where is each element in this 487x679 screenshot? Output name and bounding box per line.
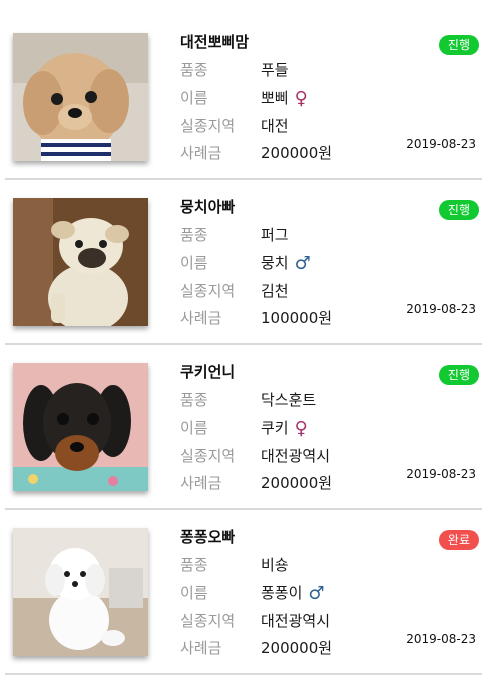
dog-photo[interactable] (13, 198, 148, 326)
lost-dog-list: 대전뽀삐맘 품종 푸들 이름 뽀삐 ♀ 실종지역 대전 사례금 200000원 진… (0, 0, 487, 679)
reward-label: 사례금 (180, 144, 222, 162)
name-label: 이름 (180, 89, 208, 107)
reward-value: 200000원 (261, 474, 333, 492)
breed-value: 비숑 (261, 556, 289, 574)
name-value-wrap: 뽀삐 ♀ (261, 87, 308, 109)
region-label: 실종지역 (180, 282, 236, 300)
name-value-wrap: 뭉치 ♂ (261, 252, 311, 274)
author-name: 대전뽀삐맘 (180, 33, 250, 51)
dog-photo[interactable] (13, 528, 148, 656)
breed-label: 품종 (180, 556, 208, 574)
status-badge: 완료 (438, 530, 479, 550)
author-name: 쿠키언니 (180, 363, 236, 381)
male-icon: ♂ (308, 583, 325, 604)
status-badge: 진행 (438, 200, 479, 220)
breed-label: 품종 (180, 391, 208, 409)
dachshund-image (13, 363, 148, 491)
list-item[interactable]: 대전뽀삐맘 품종 푸들 이름 뽀삐 ♀ 실종지역 대전 사례금 200000원 진… (0, 15, 487, 180)
poodle-image (13, 33, 148, 161)
breed-label: 품종 (180, 226, 208, 244)
name-label: 이름 (180, 419, 208, 437)
dog-name: 뽀삐 (261, 89, 289, 107)
breed-value: 푸들 (261, 61, 289, 79)
post-date: 2019-08-23 (406, 137, 476, 151)
divider (5, 673, 482, 675)
post-date: 2019-08-23 (406, 632, 476, 646)
region-label: 실종지역 (180, 447, 236, 465)
region-label: 실종지역 (180, 117, 236, 135)
reward-value: 200000원 (261, 639, 333, 657)
reward-value: 200000원 (261, 144, 333, 162)
reward-value: 100000원 (261, 309, 333, 327)
status-badge: 진행 (438, 35, 479, 55)
region-value: 대전 (261, 117, 289, 135)
female-icon: ♀ (294, 88, 308, 109)
bichon-image (13, 528, 148, 656)
breed-value: 닥스훈트 (261, 391, 317, 409)
name-value-wrap: 쿠키 ♀ (261, 417, 308, 439)
region-value: 김천 (261, 282, 289, 300)
list-item[interactable]: 쿠키언니 품종 닥스훈트 이름 쿠키 ♀ 실종지역 대전광역시 사례금 20000… (0, 345, 487, 510)
status-badge: 진행 (438, 365, 479, 385)
reward-label: 사례금 (180, 639, 222, 657)
list-item[interactable]: 뭉치아빠 품종 퍼그 이름 뭉치 ♂ 실종지역 김천 사례금 100000원 진행… (0, 180, 487, 345)
post-date: 2019-08-23 (406, 467, 476, 481)
reward-label: 사례금 (180, 309, 222, 327)
post-date: 2019-08-23 (406, 302, 476, 316)
pug-image (13, 198, 148, 326)
female-icon: ♀ (294, 418, 308, 439)
list-item[interactable]: 퐁퐁오빠 품종 비숑 이름 퐁퐁이 ♂ 실종지역 대전광역시 사례금 200000… (0, 510, 487, 675)
name-label: 이름 (180, 254, 208, 272)
dog-photo[interactable] (13, 33, 148, 161)
dog-name: 쿠키 (261, 419, 289, 437)
region-value: 대전광역시 (261, 612, 331, 630)
breed-value: 퍼그 (261, 226, 289, 244)
reward-label: 사례금 (180, 474, 222, 492)
region-label: 실종지역 (180, 612, 236, 630)
author-name: 뭉치아빠 (180, 198, 236, 216)
name-label: 이름 (180, 584, 208, 602)
region-value: 대전광역시 (261, 447, 331, 465)
dog-photo[interactable] (13, 363, 148, 491)
male-icon: ♂ (294, 253, 311, 274)
author-name: 퐁퐁오빠 (180, 528, 236, 546)
dog-name: 퐁퐁이 (261, 584, 303, 602)
breed-label: 품종 (180, 61, 208, 79)
name-value-wrap: 퐁퐁이 ♂ (261, 582, 325, 604)
dog-name: 뭉치 (261, 254, 289, 272)
